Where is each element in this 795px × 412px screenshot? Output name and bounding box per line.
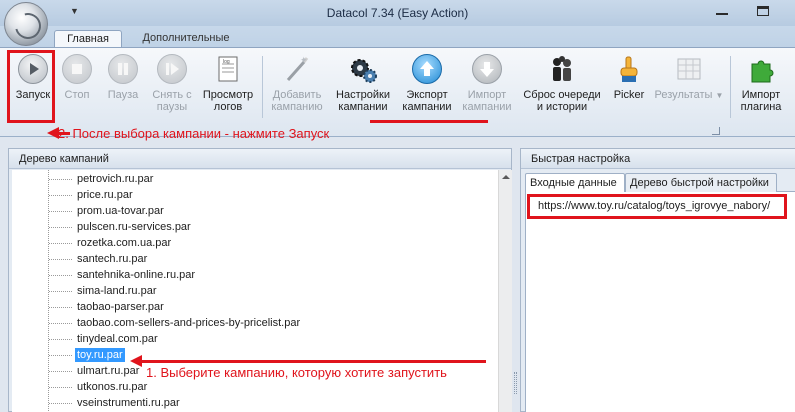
arrow-up-icon [412, 54, 442, 84]
tab-home[interactable]: Главная [54, 30, 122, 48]
window-title: Datacol 7.34 (Easy Action) [326, 6, 469, 20]
campaign-tree-header: Дерево кампаний [9, 149, 511, 169]
pause-button[interactable]: Пауза [103, 54, 143, 101]
resume-icon [157, 54, 187, 84]
input-data-page: https://www.toy.ru/catalog/toys_igrovye_… [525, 191, 795, 412]
minimize-button[interactable] [716, 13, 728, 15]
tree-connector [49, 291, 72, 292]
tree-connector [49, 339, 72, 340]
unpause-button[interactable]: Снять с паузы [147, 54, 197, 113]
view-logs-button[interactable]: log Просмотр логов [200, 54, 256, 113]
add-campaign-button[interactable]: ✦ Добавить кампанию [268, 54, 326, 113]
results-dropdown-button[interactable]: Результаты ▼ [654, 54, 724, 102]
scroll-up-arrow-icon[interactable] [502, 175, 510, 179]
people-icon [547, 54, 577, 84]
tab-quick-setup-tree[interactable]: Дерево быстрой настройки [625, 173, 777, 192]
import-campaign-button[interactable]: Импорт кампании [461, 54, 513, 113]
campaign-settings-button[interactable]: Настройки кампании [332, 54, 394, 113]
url-highlight [527, 194, 787, 219]
pointer-hand-icon [614, 54, 644, 84]
annotation-step2: 2. После выбора кампании - нажмите Запус… [58, 126, 330, 141]
arrow-down-icon [472, 54, 502, 84]
tree-connector [49, 195, 72, 196]
tree-connector [49, 387, 72, 388]
tree-connector [49, 275, 72, 276]
tree-connector [49, 227, 72, 228]
ribbon-group-launcher[interactable] [712, 127, 720, 135]
title-bar: ▼ Datacol 7.34 (Easy Action) [0, 0, 795, 26]
puzzle-icon [746, 54, 776, 84]
pause-icon [108, 54, 138, 84]
tree-connector [49, 307, 72, 308]
tree-connector [49, 371, 72, 372]
import-plugin-button[interactable]: Импорт плагина [736, 54, 786, 113]
annotation-arrow-line [141, 360, 486, 363]
svg-text:log: log [223, 59, 230, 65]
quick-setup-panel: Быстрая настройка https://www.toy.ru/cat… [520, 148, 795, 412]
tree-connector [49, 355, 72, 356]
tab-additional[interactable]: Дополнительные [132, 30, 240, 48]
gears-icon [348, 54, 378, 84]
tree-connector [49, 403, 72, 404]
tree-connector [49, 243, 72, 244]
quick-setup-header: Быстрая настройка [521, 149, 795, 169]
tree-connector [49, 211, 72, 212]
app-menu-button[interactable] [4, 2, 48, 46]
ribbon-toolbar: Запуск Стоп Пауза Снять с паузы log Прос… [0, 47, 795, 137]
start-button-highlight [7, 50, 55, 123]
ribbon-separator [730, 56, 731, 118]
tree-connector [49, 179, 72, 180]
magic-wand-icon: ✦ [282, 54, 312, 84]
reset-queue-button[interactable]: Сброс очереди и истории [520, 54, 604, 113]
chevron-down-icon: ▼ [715, 91, 724, 100]
svg-text:✦: ✦ [300, 55, 308, 65]
document-icon: log [213, 54, 243, 84]
panel-splitter[interactable] [514, 372, 517, 394]
ribbon-separator [262, 56, 263, 118]
ribbon-tabs: Главная Дополнительные [0, 26, 795, 48]
export-campaign-button[interactable]: Экспорт кампании [401, 54, 453, 113]
tree-scrollbar[interactable] [498, 170, 512, 412]
tree-connector [49, 259, 72, 260]
tab-input-data[interactable]: Входные данные [525, 173, 625, 192]
maximize-button[interactable] [757, 6, 769, 16]
stop-button[interactable]: Стоп [60, 54, 94, 101]
annotation-underline [370, 120, 488, 123]
grid-icon [674, 54, 704, 84]
tree-connector [49, 323, 72, 324]
picker-button[interactable]: Picker [610, 54, 648, 101]
stop-icon [62, 54, 92, 84]
annotation-step1: 1. Выберите кампанию, которую хотите зап… [146, 365, 447, 380]
